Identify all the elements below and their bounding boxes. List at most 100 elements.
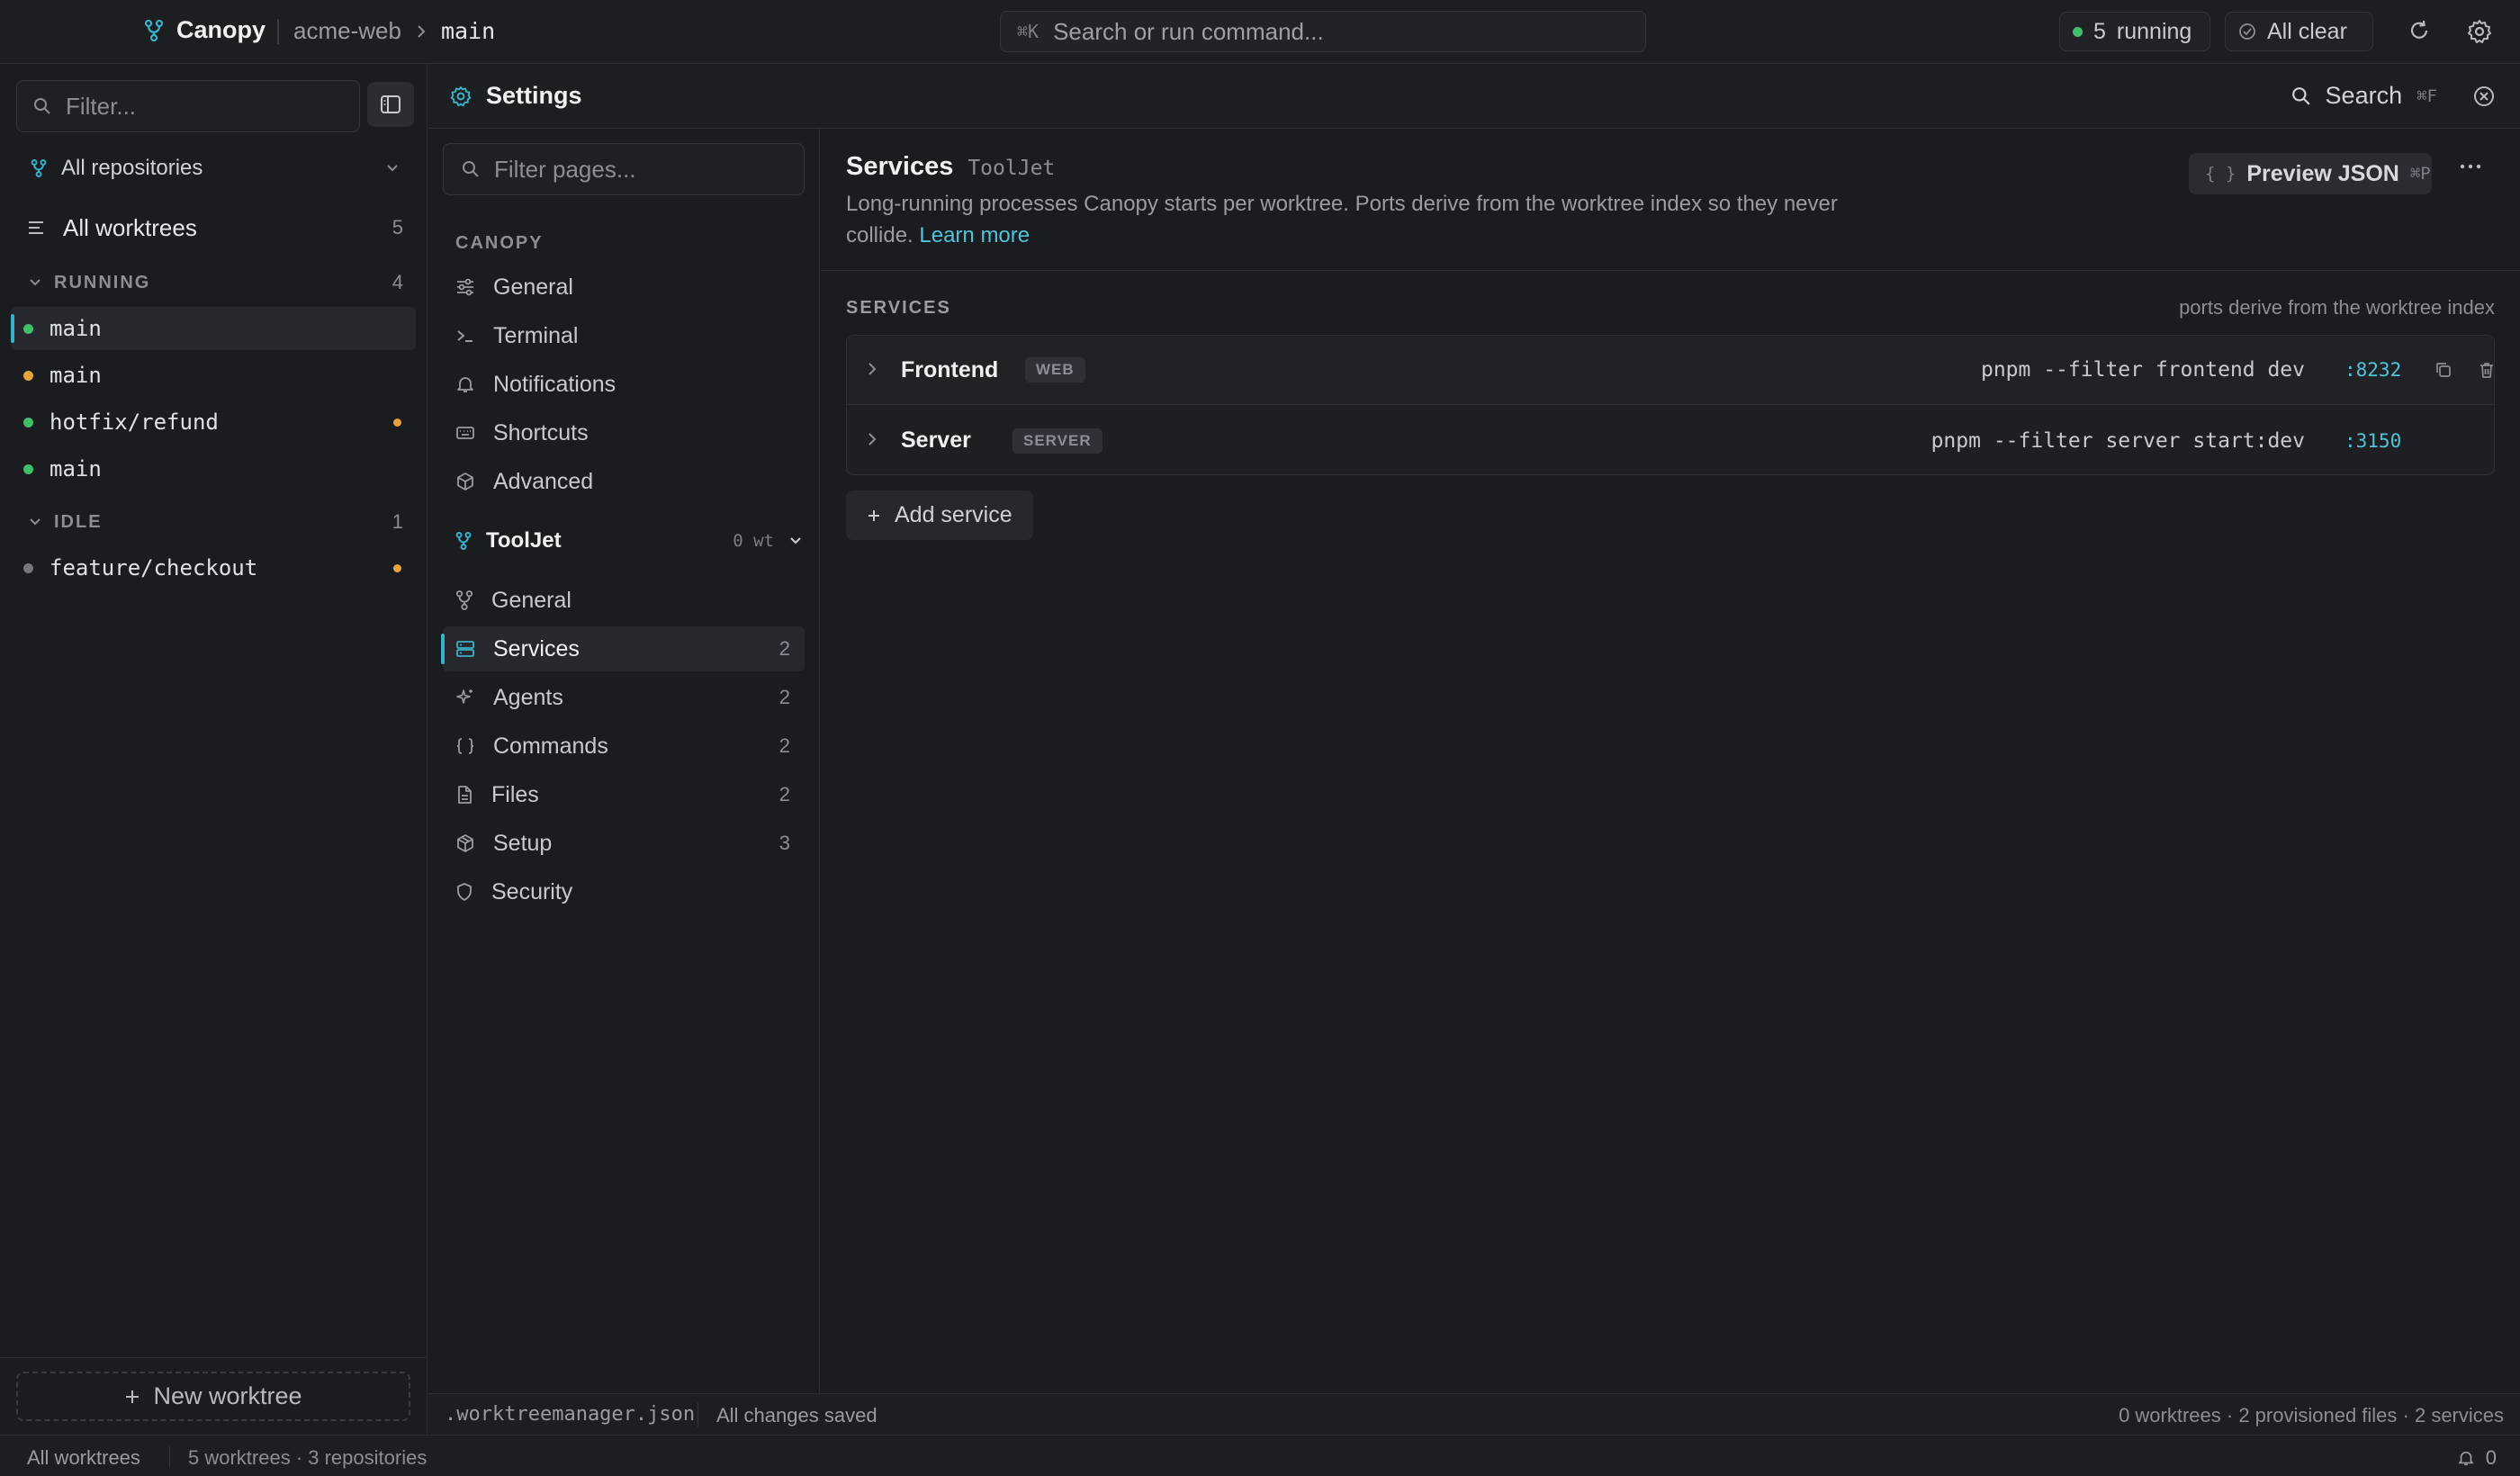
services-list: Frontend WEB pnpm --filter frontend dev …: [846, 335, 2495, 475]
status-summary: 5 worktrees · 3 repositories: [188, 1446, 428, 1469]
nav-item-shortcuts[interactable]: Shortcuts: [443, 410, 805, 455]
nav-item-label: Files: [491, 781, 539, 807]
nav-item-general[interactable]: General: [443, 265, 805, 310]
nav-item-label: Advanced: [493, 468, 594, 494]
status-dot-icon: [23, 464, 33, 474]
nav-item-label: Terminal: [493, 322, 579, 348]
group-header-running[interactable]: RUNNING 4: [29, 271, 403, 294]
settings-search-shortcut: ⌘F: [2416, 86, 2437, 106]
sliders-icon: [455, 278, 475, 296]
nav-item-files[interactable]: Files 2: [443, 772, 805, 817]
nav-item-advanced[interactable]: Advanced: [443, 459, 805, 504]
chevron-right-icon[interactable]: [867, 431, 878, 447]
page-title-repo: ToolJet: [968, 157, 1056, 180]
git-branch-icon: [144, 19, 164, 41]
notifications-button[interactable]: 0: [2457, 1446, 2497, 1470]
repo-group-header[interactable]: ToolJet 0 wt: [455, 521, 803, 561]
worktree-row[interactable]: main: [11, 447, 416, 490]
running-status-pill[interactable]: 5 running: [2059, 12, 2210, 51]
nav-item-services[interactable]: Services 2: [441, 626, 805, 671]
copy-icon[interactable]: [2434, 361, 2452, 379]
status-scope[interactable]: All worktrees: [27, 1446, 140, 1470]
sidebar-filter-input[interactable]: Filter...: [16, 80, 360, 132]
worktree-row[interactable]: main: [11, 354, 416, 397]
chevron-right-icon: [416, 24, 427, 39]
gear-icon: [450, 86, 472, 107]
nav-item-label: Commands: [493, 733, 608, 759]
all-worktrees-count: 5: [392, 216, 403, 238]
service-row[interactable]: Server SERVER pnpm --filter server start…: [847, 406, 2494, 475]
worktree-label: feature/checkout: [50, 555, 258, 580]
settings-search-button[interactable]: Search ⌘F: [2291, 82, 2437, 110]
trash-icon[interactable]: [2478, 361, 2496, 379]
worktree-row[interactable]: hotfix/refund: [11, 400, 416, 444]
learn-more-link[interactable]: Learn more: [919, 223, 1030, 248]
all-worktrees-item[interactable]: All worktrees 5: [27, 208, 403, 248]
status-dot-icon: [23, 417, 33, 428]
breadcrumb-branch[interactable]: main: [441, 18, 495, 44]
service-port: :8232: [2344, 359, 2402, 381]
command-search-input[interactable]: ⌘K Search or run command...: [1000, 11, 1646, 52]
command-placeholder: Search or run command...: [1053, 17, 1324, 45]
config-file-name[interactable]: .worktreemanager.json: [445, 1403, 695, 1426]
nav-item-label: Agents: [493, 684, 563, 710]
nav-item-setup[interactable]: Setup 3: [443, 821, 805, 866]
braces-icon: { }: [2205, 164, 2236, 184]
notification-count: 0: [2485, 1446, 2497, 1469]
group-header-idle[interactable]: IDLE 1: [29, 510, 403, 534]
filter-pages-input[interactable]: Filter pages...: [443, 143, 805, 195]
worktree-row[interactable]: feature/checkout: [11, 546, 416, 590]
service-command: pnpm --filter frontend dev: [1980, 358, 2305, 382]
gear-icon[interactable]: [2467, 19, 2492, 44]
breadcrumb-repo[interactable]: acme-web: [293, 17, 401, 45]
nav-item-terminal[interactable]: Terminal: [443, 313, 805, 358]
nav-item-count: 2: [778, 686, 790, 708]
worktree-label: main: [50, 456, 102, 482]
services-section-label: SERVICES: [846, 298, 951, 318]
nav-item-security[interactable]: Security: [443, 869, 805, 914]
git-branch-icon: [455, 532, 472, 550]
nav-item-notifications[interactable]: Notifications: [443, 362, 805, 407]
repository-select-label: All repositories: [61, 156, 203, 180]
nav-item-label: General: [493, 274, 573, 300]
nav-item-repo-general[interactable]: General: [443, 578, 805, 623]
add-service-label: Add service: [895, 502, 1012, 527]
plus-icon: [124, 1389, 140, 1405]
all-clear-pill[interactable]: All clear: [2225, 12, 2373, 51]
filter-placeholder: Filter...: [66, 92, 137, 120]
settings-summary: 0 worktrees · 2 provisioned files · 2 se…: [2119, 1404, 2504, 1426]
more-icon[interactable]: [2459, 163, 2482, 170]
service-command: pnpm --filter server start:dev: [1930, 428, 2305, 453]
group-count: 1: [392, 510, 403, 533]
sparkles-icon: [455, 688, 475, 707]
running-count: 5: [2093, 18, 2106, 44]
nav-item-label: Services: [493, 635, 580, 662]
running-label: running: [2116, 18, 2192, 44]
new-worktree-button[interactable]: New worktree: [16, 1372, 410, 1421]
search-icon: [33, 97, 51, 115]
nav-item-commands[interactable]: Commands 2: [443, 724, 805, 769]
close-icon[interactable]: [2473, 86, 2495, 107]
chevron-down-icon: [29, 518, 41, 526]
terminal-icon: [455, 327, 475, 345]
chevron-right-icon[interactable]: [867, 361, 878, 377]
package-icon: [455, 833, 475, 853]
settings-nav: Filter pages... CANOPY General Terminal …: [428, 129, 820, 1393]
services-section-hint: ports derive from the worktree index: [2179, 296, 2495, 319]
divider: [169, 1446, 170, 1468]
repository-select[interactable]: All repositories: [31, 150, 400, 186]
add-service-button[interactable]: Add service: [846, 490, 1033, 540]
top-bar: Canopy acme-web main ⌘K Search or run co…: [0, 0, 2520, 64]
preview-json-button[interactable]: { } Preview JSON ⌘P: [2189, 153, 2432, 194]
bell-icon: [455, 374, 475, 394]
refresh-icon[interactable]: [2408, 19, 2431, 42]
worktree-label: hotfix/refund: [50, 410, 219, 435]
worktree-row[interactable]: main: [11, 307, 416, 350]
nav-item-agents[interactable]: Agents 2: [443, 675, 805, 720]
service-row[interactable]: Frontend WEB pnpm --filter frontend dev …: [847, 336, 2494, 405]
toggle-sidebar-button[interactable]: [367, 82, 414, 127]
brand[interactable]: Canopy: [144, 16, 266, 44]
check-circle-icon: [2238, 22, 2256, 40]
status-dot-icon: [23, 562, 33, 573]
filter-pages-placeholder: Filter pages...: [494, 155, 636, 183]
